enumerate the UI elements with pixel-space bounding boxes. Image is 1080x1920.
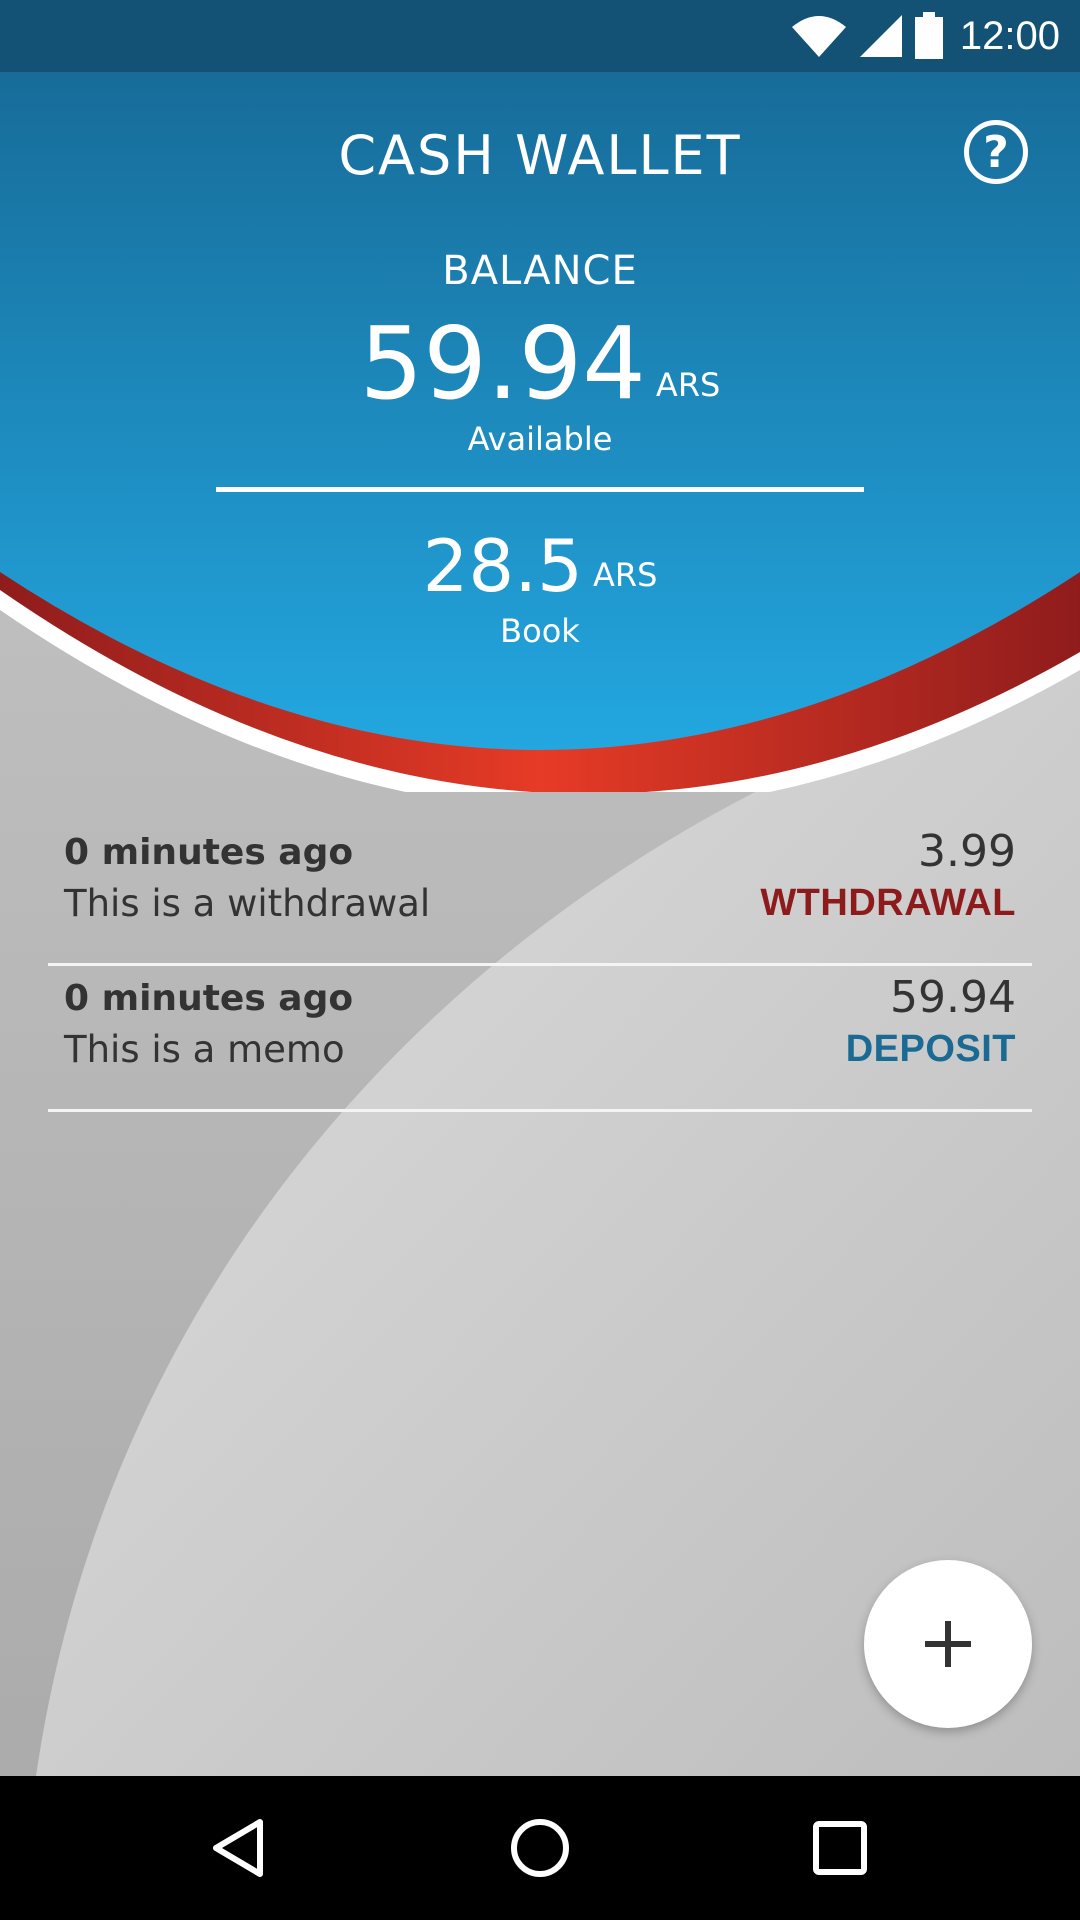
transaction-list: 0 minutes ago This is a withdrawal 3.99 …	[48, 820, 1032, 1112]
available-balance: 59.94 ARS	[0, 314, 1080, 414]
status-bar: 12:00	[0, 0, 1080, 72]
nav-back-button[interactable]	[198, 1808, 278, 1888]
book-label: Book	[500, 612, 580, 650]
transaction-time: 0 minutes ago	[64, 978, 354, 1019]
help-circle-icon: ?	[983, 126, 1009, 178]
balance-divider	[216, 487, 864, 492]
transaction-memo: This is a memo	[64, 1028, 345, 1071]
transaction-type: DEPOSIT	[845, 1028, 1016, 1070]
navigation-bar	[0, 1776, 1080, 1920]
wallet-header: CASH WALLET ? BALANCE 59.94 ARS Availabl…	[0, 72, 1080, 772]
transaction-row[interactable]: 0 minutes ago This is a withdrawal 3.99 …	[48, 820, 1032, 966]
status-time: 12:00	[959, 13, 1060, 58]
transaction-time: 0 minutes ago	[64, 832, 354, 873]
home-circle-icon	[511, 1819, 569, 1877]
back-triangle-icon	[213, 1819, 263, 1877]
book-currency: ARS	[592, 556, 658, 594]
transaction-type: WTHDRAWAL	[760, 882, 1016, 924]
balance-label: BALANCE	[442, 248, 638, 294]
available-currency: ARS	[655, 366, 721, 404]
nav-home-button[interactable]	[500, 1808, 580, 1888]
transaction-memo: This is a withdrawal	[64, 882, 431, 925]
battery-icon	[914, 12, 943, 59]
available-amount: 59.94	[359, 305, 646, 422]
transaction-row[interactable]: 0 minutes ago This is a memo 59.94 DEPOS…	[48, 966, 1032, 1112]
recents-square-icon	[813, 1821, 867, 1875]
available-label: Available	[467, 420, 613, 458]
signal-icon	[859, 15, 902, 57]
page-title: CASH WALLET	[338, 124, 742, 187]
help-button[interactable]: ?	[964, 120, 1028, 184]
transaction-amount: 59.94	[890, 972, 1016, 1023]
transaction-amount: 3.99	[918, 826, 1016, 877]
book-amount: 28.5	[422, 524, 583, 608]
plus-icon	[925, 1621, 971, 1667]
wifi-icon	[791, 16, 846, 57]
book-balance: 28.5 ARS	[0, 528, 1080, 604]
add-transaction-button[interactable]	[864, 1560, 1032, 1728]
nav-recents-button[interactable]	[800, 1808, 880, 1888]
